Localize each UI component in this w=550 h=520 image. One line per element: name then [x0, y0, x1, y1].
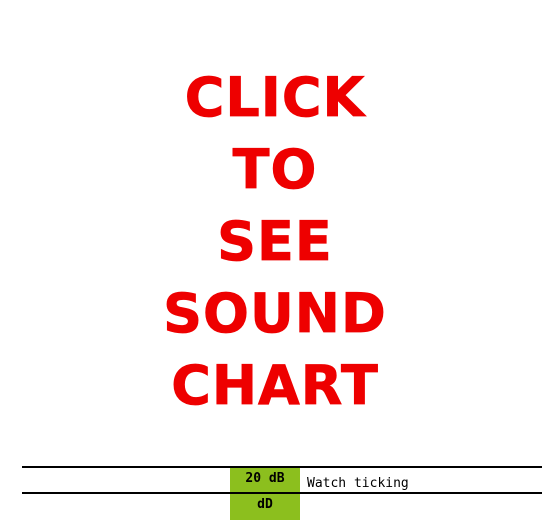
cta-line-5: CHART — [171, 354, 379, 418]
cta-line-2: TO — [232, 138, 318, 202]
db-levels-label: dD levels — [230, 494, 300, 520]
sound-level-cell: 20 dB — [230, 468, 300, 492]
cta-line-4: SOUND — [163, 282, 387, 346]
sound-description-cell: Watch ticking — [307, 476, 409, 491]
cta-line-1: CLICK — [184, 66, 366, 130]
see-sound-chart-link[interactable]: CLICK TO SEE SOUND CHART — [0, 62, 550, 422]
cta-line-3: SEE — [217, 210, 333, 274]
